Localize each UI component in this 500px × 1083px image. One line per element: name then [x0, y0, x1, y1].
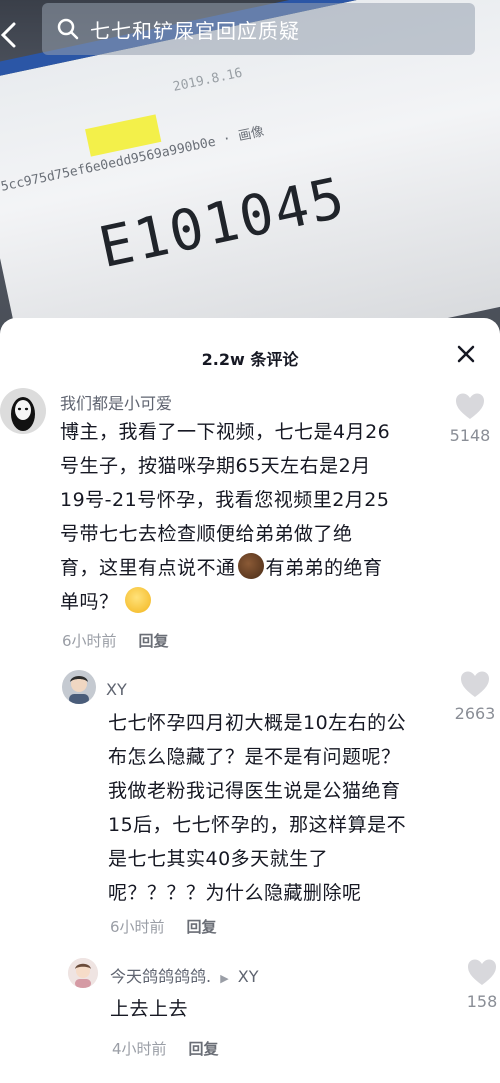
comment-line: 呢？？？？为什么隐藏删除呢 [108, 882, 362, 904]
dog-emoji [237, 553, 264, 579]
search-bar[interactable]: 七七和铲屎官回应质疑 [42, 3, 475, 55]
like-count: 2663 [454, 704, 496, 723]
reply-author: 今天鸽鸽鸽鸽. [110, 967, 212, 986]
comment-line: 15后，七七怀孕的，那这样算是不 [108, 814, 407, 836]
comment-time: 6小时前 [62, 632, 117, 650]
comment-line-part: 育，这里有点说不通 [60, 557, 236, 579]
reply-button[interactable]: 回复 [187, 918, 217, 936]
avatar[interactable] [62, 670, 96, 704]
like-button[interactable]: 158 [452, 958, 500, 1011]
reply-button[interactable]: 回复 [189, 1040, 219, 1058]
comment-line: 单吗？ [60, 585, 440, 619]
search-icon [57, 18, 79, 40]
like-button[interactable]: 5148 [440, 392, 500, 445]
avatar-image [68, 958, 98, 988]
comment-line: 七七怀孕四月初大概是10左右的公 [108, 712, 407, 734]
avatar-image [0, 388, 46, 434]
comment-meta: 6小时前 回复 [110, 916, 217, 937]
reply-target: XY [237, 967, 259, 986]
comment-text: 博主，我看了一下视频，七七是4月26 号生子，按猫咪孕期65天左右是2月 19号… [60, 415, 440, 619]
comment-line: 育，这里有点说不通 有弟弟的绝育 [60, 551, 440, 585]
comment-meta: 4小时前 回复 [112, 1038, 219, 1059]
comment-line-part: 单吗？ [60, 591, 119, 613]
comment-line: 19号-21号怀孕，我看您视频里2月25 [60, 489, 390, 511]
comment-username[interactable]: XY [106, 680, 127, 699]
heart-icon [468, 959, 496, 985]
heart-icon [456, 393, 484, 419]
comment-line: 号生子，按猫咪孕期65天左右是2月 [60, 455, 371, 477]
like-count: 5148 [449, 426, 491, 445]
reply-arrow-icon: ▶ [220, 972, 229, 985]
comment-line: 布怎么隐藏了？是不是有问题呢？ [108, 746, 401, 768]
video-player[interactable]: 2019.8.16 75cc975d75ef6e0edd9569a990b0e … [0, 0, 500, 335]
video-big-number: E101045 [93, 165, 352, 282]
comment-line: 我做老粉我记得医生说是公猫绝育 [108, 780, 401, 802]
comment-line: 上去上去 [110, 998, 189, 1020]
avatar-image [62, 670, 96, 704]
comment-time: 4小时前 [112, 1040, 167, 1058]
heart-icon [461, 671, 489, 697]
search-query: 七七和铲屎官回应质疑 [90, 18, 300, 43]
comment-sheet: 2.2w 条评论 我们都是小可爱 博主，我看了一下视频，七七是4月26 号生子，… [0, 318, 500, 1083]
comment-count-title: 2.2w 条评论 [201, 350, 299, 369]
comment-meta: 6小时前 回复 [62, 630, 169, 651]
avatar[interactable] [0, 388, 46, 434]
comment-text: 上去上去 [110, 992, 450, 1026]
back-icon[interactable] [0, 22, 20, 48]
pleading-emoji [124, 587, 151, 613]
close-icon[interactable] [454, 342, 478, 366]
comment-line-part: 有弟弟的绝育 [265, 557, 383, 579]
like-count: 158 [466, 992, 498, 1011]
avatar[interactable] [68, 958, 98, 988]
comment-text: 七七怀孕四月初大概是10左右的公 布怎么隐藏了？是不是有问题呢？ 我做老粉我记得… [108, 706, 453, 910]
video-date-text: 2019.8.16 [171, 65, 244, 95]
comment-line: 号带七七去检查顺便给弟弟做了绝 [60, 523, 353, 545]
comment-username[interactable]: 今天鸽鸽鸽鸽. ▶ XY [110, 963, 258, 987]
comment-line: 是七七其实40多天就生了 [108, 848, 329, 870]
comment-username[interactable]: 我们都是小可爱 [60, 390, 172, 414]
comment-time: 6小时前 [110, 918, 165, 936]
reply-button[interactable]: 回复 [139, 632, 169, 650]
like-button[interactable]: 2663 [445, 670, 500, 723]
comment-line: 博主，我看了一下视频，七七是4月26 [60, 421, 391, 443]
